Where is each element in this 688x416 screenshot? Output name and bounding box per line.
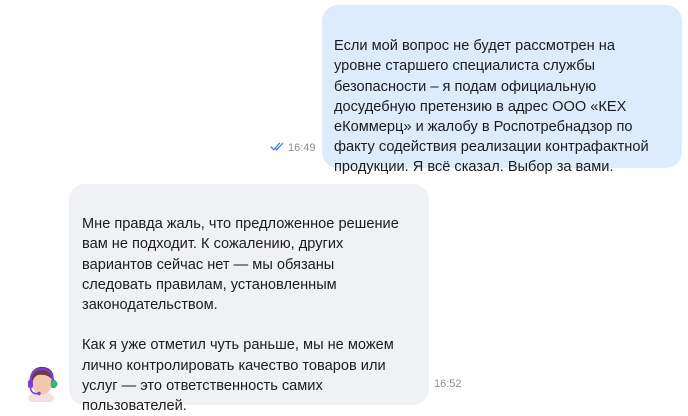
incoming-message-time: 16:52: [434, 378, 462, 390]
double-check-icon: [270, 142, 285, 154]
outgoing-message-bubble: Если мой вопрос не будет рассмотрен на у…: [322, 5, 682, 175]
outgoing-message-meta: 16:49: [270, 142, 316, 154]
incoming-message-bubble: Мне правда жаль, что предложенное решени…: [69, 184, 429, 414]
incoming-message-text: Мне правда жаль, что предложенное решени…: [82, 216, 399, 415]
outgoing-message-text: Если мой вопрос не будет рассмотрен на у…: [334, 38, 649, 176]
support-agent-avatar: [21, 362, 61, 404]
outgoing-message-time: 16:49: [288, 142, 316, 154]
